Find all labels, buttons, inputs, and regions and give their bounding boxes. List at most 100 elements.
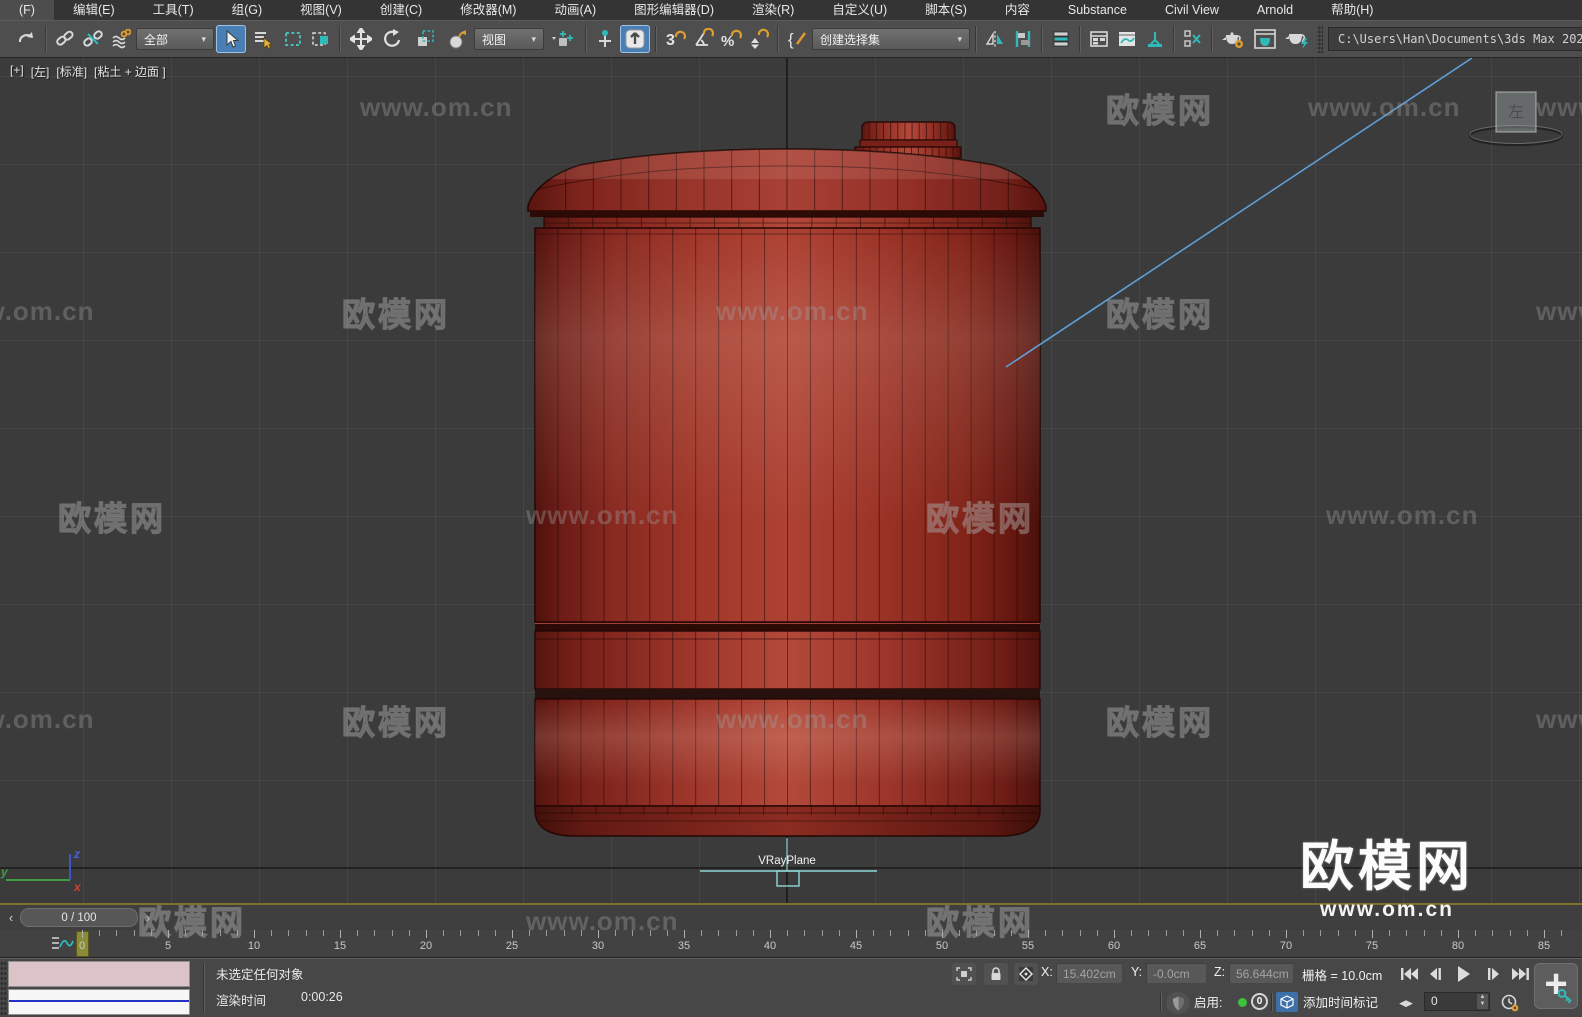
select-and-manipulate-button[interactable]: [592, 25, 618, 53]
time-slider-handle[interactable]: 0 / 100: [20, 908, 138, 927]
maxscript-mini-listener[interactable]: [8, 989, 190, 1015]
shield-icon[interactable]: [1166, 992, 1190, 1014]
time-configuration-button[interactable]: [1498, 992, 1522, 1014]
select-and-rotate-button[interactable]: [378, 25, 408, 53]
time-slider-track[interactable]: ‹ 0 / 100 ›: [0, 903, 1582, 930]
set-keys-button[interactable]: +: [1534, 963, 1578, 1009]
snaps-toggle-3d[interactable]: 3: [662, 25, 688, 53]
menu-item-15[interactable]: Arnold: [1238, 0, 1312, 20]
select-and-move-button[interactable]: [346, 25, 376, 53]
ruler-tick: [494, 930, 496, 936]
select-by-name-button[interactable]: [248, 25, 278, 53]
keyboard-shortcut-override-toggle[interactable]: [620, 25, 650, 53]
viewport[interactable]: VRayPlane z y x 左 [+] [左] [标准] [粘土 + 边面 …: [0, 58, 1582, 903]
key-mode-toggle[interactable]: ◀▶: [1396, 992, 1416, 1014]
timeline-ruler[interactable]: 0 5 10 15 20 25 30 35 40 45 50 55 60 65 70 75 80 85: [0, 930, 1582, 958]
ruler-label: 5: [164, 940, 172, 952]
toolbar-separator: [1041, 26, 1043, 52]
previous-frame-button[interactable]: [1424, 963, 1448, 985]
align-button[interactable]: [1010, 25, 1036, 53]
menu-item-8[interactable]: 图形编辑器(D): [615, 0, 733, 20]
maxscript-mini-listener-macro[interactable]: [8, 961, 190, 987]
angle-snap-toggle[interactable]: [690, 25, 716, 53]
y-coordinate-field[interactable]: -0.0cm: [1146, 963, 1206, 983]
select-and-link-button[interactable]: [52, 25, 78, 53]
project-folder-field[interactable]: C:\Users\Han\Documents\3ds Max 2022 ▾: [1328, 27, 1582, 51]
unlink-selection-button[interactable]: [80, 25, 106, 53]
vrayplane-gizmo[interactable]: VRayPlane: [700, 838, 877, 887]
bind-to-space-warp-button[interactable]: [108, 25, 134, 53]
selection-filter-dropdown[interactable]: 全部 ▾: [136, 28, 214, 50]
frame-spinner[interactable]: ▲ ▼: [1477, 994, 1488, 1009]
menu-item-3[interactable]: 组(G): [213, 0, 282, 20]
previous-frame-arrow[interactable]: ‹: [4, 908, 18, 927]
select-and-place-button[interactable]: [442, 25, 472, 53]
ruler-tick: [838, 930, 840, 936]
viewport-menu-standard[interactable]: [标准]: [56, 63, 87, 80]
ruler-label: 40: [763, 940, 777, 952]
statusbar-separator: [1160, 993, 1162, 1011]
toggle-layer-explorer-button[interactable]: [1086, 25, 1112, 53]
ruler-tick: [649, 930, 651, 936]
menu-item-6[interactable]: 修改器(M): [441, 0, 535, 20]
menu-item-10[interactable]: 自定义(U): [813, 0, 906, 20]
menu-item-1[interactable]: 编辑(E): [54, 0, 134, 20]
render-production-button[interactable]: [1282, 25, 1312, 53]
spinner-snap-toggle[interactable]: [746, 25, 772, 53]
play-animation-button[interactable]: [1450, 963, 1478, 985]
mirror-button[interactable]: [982, 25, 1008, 53]
curve-editor-button[interactable]: [1114, 25, 1140, 53]
helper-line: [1005, 58, 1473, 368]
use-pivot-point-center-button[interactable]: [546, 25, 580, 53]
next-frame-arrow[interactable]: ›: [141, 908, 155, 927]
z-coordinate-field[interactable]: 56.644cm: [1229, 963, 1293, 983]
x-coordinate-field[interactable]: 15.402cm: [1056, 963, 1122, 983]
viewport-menu-general[interactable]: [+]: [10, 63, 24, 80]
viewport-menu-pov[interactable]: [左]: [31, 63, 50, 80]
barrel-model[interactable]: [527, 121, 1047, 837]
rectangular-selection-region-button[interactable]: [280, 25, 306, 53]
add-time-tag-label[interactable]: 添加时间标记: [1303, 992, 1378, 1011]
isolate-selection-toggle[interactable]: [952, 963, 976, 985]
menu-item-4[interactable]: 视图(V): [281, 0, 361, 20]
menu-item-2[interactable]: 工具(T): [134, 0, 213, 20]
menu-item-9[interactable]: 渲染(R): [733, 0, 813, 20]
menu-item-11[interactable]: 脚本(S): [906, 0, 986, 20]
menu-item-14[interactable]: Civil View: [1146, 0, 1238, 20]
go-to-start-button[interactable]: [1398, 963, 1422, 985]
go-to-end-button[interactable]: [1508, 963, 1532, 985]
reference-coordinate-dropdown[interactable]: 视图 ▾: [474, 28, 544, 50]
toolbar-grip: [1317, 25, 1323, 53]
schematic-view-button[interactable]: [1142, 25, 1168, 53]
menu-item-12[interactable]: 内容: [986, 0, 1049, 20]
render-setup-button[interactable]: [1218, 25, 1248, 53]
selection-lock-toggle[interactable]: [984, 963, 1008, 985]
animation-layer-badge[interactable]: 0: [1251, 993, 1268, 1010]
ruler-tick: [1526, 930, 1528, 936]
open-explorer-button[interactable]: [1180, 25, 1206, 53]
time-tag-cube-icon[interactable]: [1276, 992, 1298, 1012]
next-frame-button[interactable]: [1482, 963, 1506, 985]
redo-button[interactable]: [14, 25, 40, 53]
ruler-tick: [1561, 930, 1563, 936]
ruler-tick: [1182, 930, 1184, 936]
current-frame-field[interactable]: 0 ▲ ▼: [1424, 992, 1490, 1011]
menu-item-7[interactable]: 动画(A): [535, 0, 615, 20]
select-object-button[interactable]: [216, 25, 246, 53]
ruler-tick: [150, 930, 152, 936]
viewport-menu-shading[interactable]: [粘土 + 边面 ]: [94, 63, 166, 80]
undo-button[interactable]: [2, 25, 12, 53]
percent-snap-toggle[interactable]: %: [718, 25, 744, 53]
toggle-scene-explorer-button[interactable]: [1048, 25, 1074, 53]
menu-item-0[interactable]: (F): [0, 0, 54, 20]
absolute-offset-mode-toggle[interactable]: [1014, 963, 1038, 985]
viewcube[interactable]: 左: [1468, 91, 1564, 147]
menu-item-13[interactable]: Substance: [1049, 0, 1146, 20]
named-selection-sets-dropdown[interactable]: 创建选择集 ▾: [812, 28, 970, 50]
window-crossing-toggle[interactable]: [308, 25, 334, 53]
menu-item-16[interactable]: 帮助(H): [1312, 0, 1392, 20]
select-and-scale-button[interactable]: [410, 25, 440, 53]
menu-item-5[interactable]: 创建(C): [361, 0, 441, 20]
edit-named-selection-sets-button[interactable]: {: [784, 25, 810, 53]
rendered-frame-window-button[interactable]: [1250, 25, 1280, 53]
